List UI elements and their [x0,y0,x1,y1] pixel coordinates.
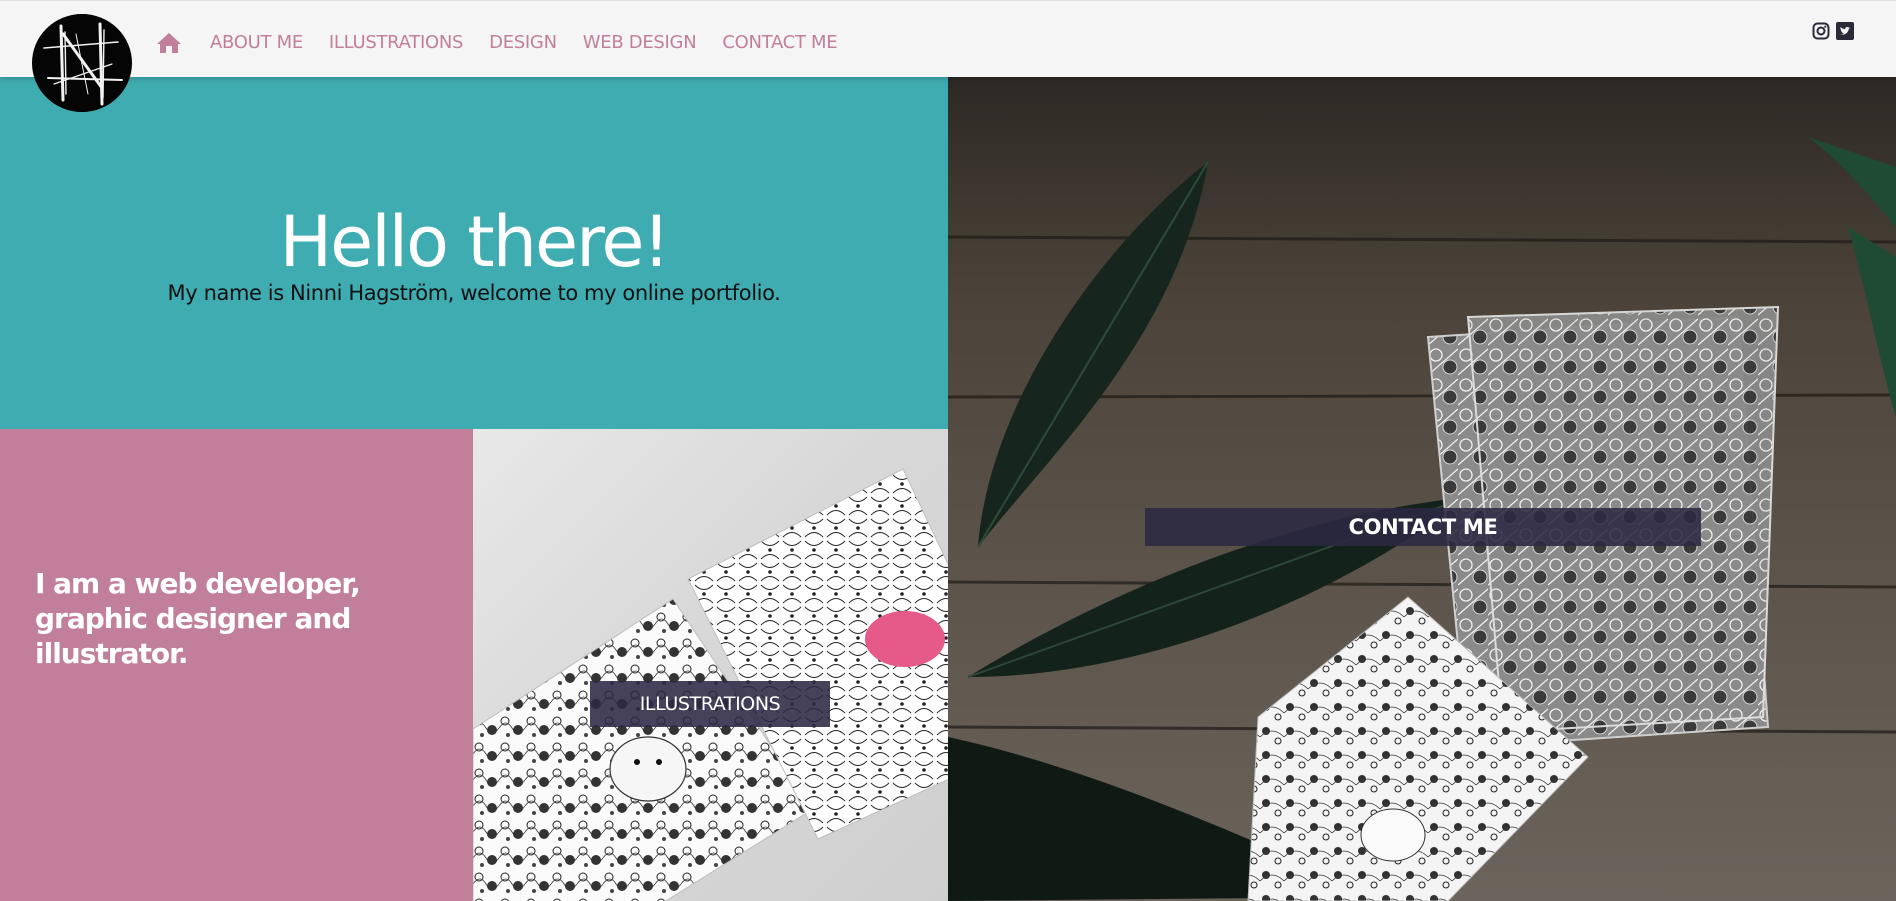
social-links [1812,22,1854,40]
hero-section: Hello there! My name is Ninni Hagström, … [0,77,948,429]
hero-subtitle: My name is Ninni Hagström, welcome to my… [167,281,781,305]
illustration-prints-image [473,468,948,901]
prints-on-wood-photo [948,77,1896,901]
site-logo[interactable] [32,14,132,112]
instagram-icon[interactable] [1812,22,1830,40]
nav-contact-me[interactable]: CONTACT ME [722,31,837,55]
nav-design[interactable]: DESIGN [489,31,557,55]
about-block: I am a web developer, graphic designer a… [0,429,473,901]
twitter-icon[interactable] [1836,22,1854,40]
contact-me-button[interactable]: CONTACT ME [1145,508,1701,546]
top-navigation-bar: ABOUT ME ILLUSTRATIONS DESIGN WEB DESIGN… [0,0,1896,77]
home-icon[interactable] [156,32,182,54]
nav-illustrations[interactable]: ILLUSTRATIONS [329,31,464,55]
illustrations-button[interactable]: ILLUSTRATIONS [590,681,830,727]
contact-tile[interactable] [948,77,1896,901]
main-nav: ABOUT ME ILLUSTRATIONS DESIGN WEB DESIGN… [156,31,863,55]
about-text: I am a web developer, graphic designer a… [35,567,361,670]
hero-title: Hello there! [279,201,671,283]
nav-web-design[interactable]: WEB DESIGN [583,31,697,55]
illustrations-tile[interactable] [473,429,948,901]
nav-about-me[interactable]: ABOUT ME [210,31,303,55]
